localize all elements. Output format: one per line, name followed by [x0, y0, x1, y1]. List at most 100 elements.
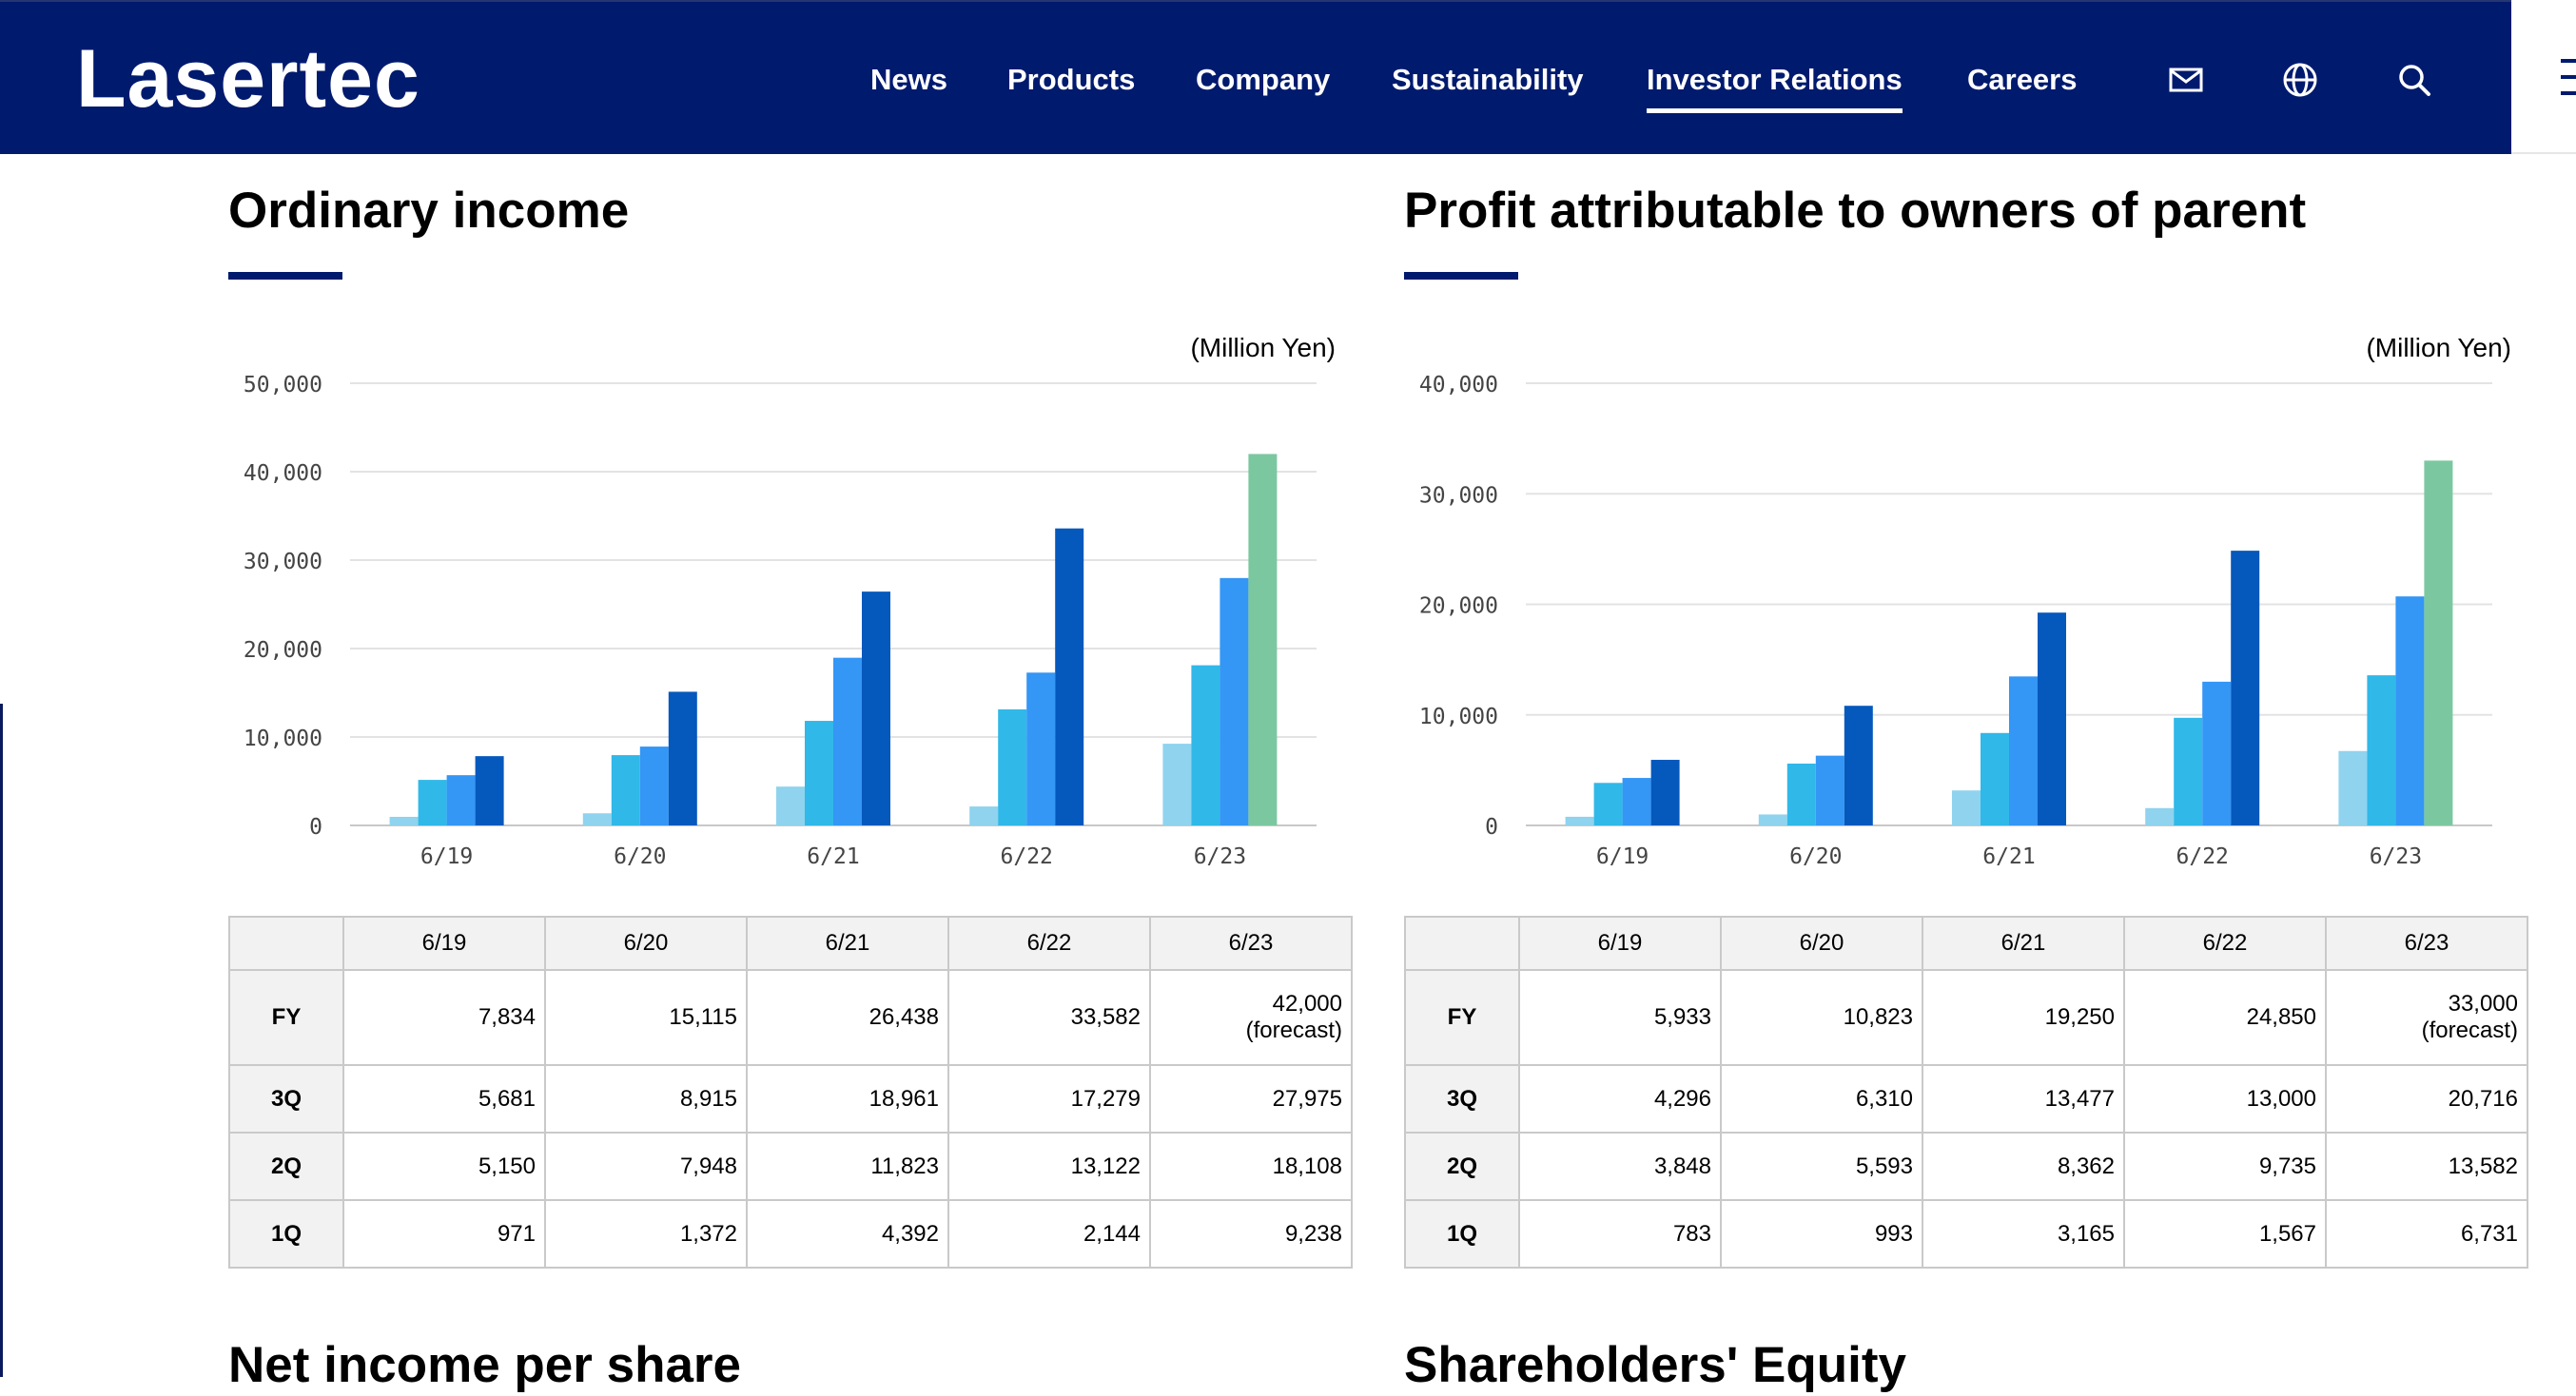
table-cell: 13,477 — [1922, 1064, 2125, 1134]
table-cell: 13,122 — [947, 1132, 1151, 1201]
table-cell: 7,948 — [544, 1132, 748, 1201]
row-label: 3Q — [228, 1064, 344, 1134]
table-corner-cell — [228, 916, 344, 971]
table-cell: 17,279 — [947, 1064, 1151, 1134]
x-tick-label: 6/20 — [1789, 844, 1842, 869]
table-cell: 6,310 — [1720, 1064, 1923, 1134]
bar-fy-6-20 — [1844, 706, 1873, 825]
bar-q2-6-21 — [805, 721, 833, 825]
table-cell: 3,848 — [1518, 1132, 1722, 1201]
nav-investor-relations[interactable]: Investor Relations — [1647, 61, 1903, 113]
globe-icon[interactable] — [2281, 61, 2319, 99]
bar-q3-6-20 — [1815, 755, 1844, 825]
bar-q3-6-22 — [2202, 681, 2232, 825]
forecast-note: (forecast) — [1245, 1018, 1342, 1043]
bar-q3-6-19 — [446, 775, 476, 825]
table-row: FY 5,933 10,823 19,250 24,850 33,000 (for… — [1404, 969, 2528, 1066]
column-header: 6/22 — [947, 916, 1151, 971]
table-cell: 4,296 — [1518, 1064, 1722, 1134]
y-tick-label: 20,000 — [244, 638, 322, 663]
bar-q2-6-19 — [418, 780, 447, 825]
row-label: FY — [1404, 969, 1520, 1066]
bar-q3-6-19 — [1622, 778, 1651, 825]
column-header: 6/21 — [746, 916, 949, 971]
column-header: 6/19 — [342, 916, 546, 971]
table-cell: 18,961 — [746, 1064, 949, 1134]
table-row: 2Q 3,848 5,593 8,362 9,735 13,582 — [1404, 1132, 2528, 1201]
nav-sustainability[interactable]: Sustainability — [1392, 61, 1584, 99]
lasertec-logo[interactable]: Lasertec — [76, 36, 420, 122]
table-row: 1Q 783 993 3,165 1,567 6,731 — [1404, 1199, 2528, 1269]
section-title-profit-attributable: Profit attributable to owners of parent — [1404, 183, 2307, 239]
bar-q2-6-23 — [1191, 665, 1220, 825]
bar-fy-6-19 — [475, 756, 504, 825]
table-cell: 24,850 — [2123, 969, 2327, 1066]
table-corner-cell — [1404, 916, 1520, 971]
y-tick-label: 0 — [309, 815, 322, 840]
bar-q2-6-20 — [1786, 763, 1816, 825]
bar-fy-6-21 — [862, 591, 890, 825]
x-tick-label: 6/20 — [614, 844, 666, 869]
bar-q3-6-23 — [1220, 577, 1249, 825]
bar-fy-6-19 — [1650, 760, 1680, 825]
bar-fy-6-20 — [668, 691, 697, 825]
search-icon[interactable] — [2395, 61, 2433, 99]
bar-q3-6-23 — [2395, 596, 2425, 825]
title-underline — [1404, 272, 1518, 280]
bar-q1-6-21 — [776, 786, 805, 825]
x-tick-label: 6/21 — [807, 844, 859, 869]
nav-careers[interactable]: Careers — [1967, 61, 2077, 99]
y-tick-label: 40,000 — [1419, 373, 1498, 397]
nav-news[interactable]: News — [870, 61, 947, 99]
table-row: FY 7,834 15,115 26,438 33,582 42,000 (for… — [228, 969, 1353, 1066]
bar-q2-6-19 — [1593, 783, 1623, 825]
table-cell-forecast: 33,000 (forecast) — [2325, 969, 2528, 1066]
row-label: 2Q — [1404, 1132, 1520, 1201]
row-label: 1Q — [1404, 1199, 1520, 1269]
nav-company[interactable]: Company — [1196, 61, 1330, 99]
bar-q2-6-22 — [998, 708, 1027, 825]
table-cell: 4,392 — [746, 1199, 949, 1269]
ordinary-income-table: 6/19 6/20 6/21 6/22 6/23 FY 7,834 15,115… — [228, 916, 1353, 1269]
table-cell: 1,567 — [2123, 1199, 2327, 1269]
table-row: 3Q 4,296 6,310 13,477 13,000 20,716 — [1404, 1064, 2528, 1134]
nav-products[interactable]: Products — [1007, 61, 1135, 99]
y-tick-label: 10,000 — [244, 727, 322, 751]
bar-q1-6-19 — [389, 816, 419, 825]
table-cell: 33,582 — [947, 969, 1151, 1066]
table-cell: 5,593 — [1720, 1132, 1923, 1201]
bar-fy-6-22 — [2231, 551, 2260, 825]
table-cell: 783 — [1518, 1199, 1722, 1269]
section-title-ordinary-income: Ordinary income — [228, 183, 630, 239]
table-cell-forecast: 42,000 (forecast) — [1149, 969, 1353, 1066]
menu-icon[interactable] — [2561, 59, 2576, 95]
table-cell: 20,716 — [2325, 1064, 2528, 1134]
title-underline — [228, 272, 342, 280]
x-tick-label: 6/23 — [2370, 844, 2422, 869]
table-cell: 9,238 — [1149, 1199, 1353, 1269]
column-header: 6/19 — [1518, 916, 1722, 971]
forecast-note: (forecast) — [2421, 1018, 2518, 1043]
mail-icon[interactable] — [2167, 61, 2205, 99]
table-cell: 27,975 — [1149, 1064, 1353, 1134]
bar-q1-6-20 — [582, 813, 612, 825]
table-cell: 19,250 — [1922, 969, 2125, 1066]
y-tick-label: 40,000 — [244, 461, 322, 486]
bar-q3-6-20 — [639, 746, 669, 825]
row-label: 1Q — [228, 1199, 344, 1269]
row-label: 3Q — [1404, 1064, 1520, 1134]
column-header: 6/20 — [544, 916, 748, 971]
table-cell: 5,681 — [342, 1064, 546, 1134]
bar-q2-6-22 — [2174, 717, 2203, 825]
column-header: 6/23 — [1149, 916, 1353, 971]
column-header: 6/22 — [2123, 916, 2327, 971]
y-tick-label: 50,000 — [244, 373, 322, 397]
bar-q1-6-22 — [969, 806, 999, 825]
bar-q1-6-20 — [1758, 814, 1787, 825]
table-cell: 26,438 — [746, 969, 949, 1066]
ordinary-income-chart: (Million Yen) 0 10,000 20,000 30,000 40,000 50… — [244, 333, 1336, 869]
table-cell: 8,362 — [1922, 1132, 2125, 1201]
bar-q2-6-23 — [2367, 675, 2396, 825]
y-tick-label: 20,000 — [1419, 594, 1498, 619]
table-cell: 13,582 — [2325, 1132, 2528, 1201]
